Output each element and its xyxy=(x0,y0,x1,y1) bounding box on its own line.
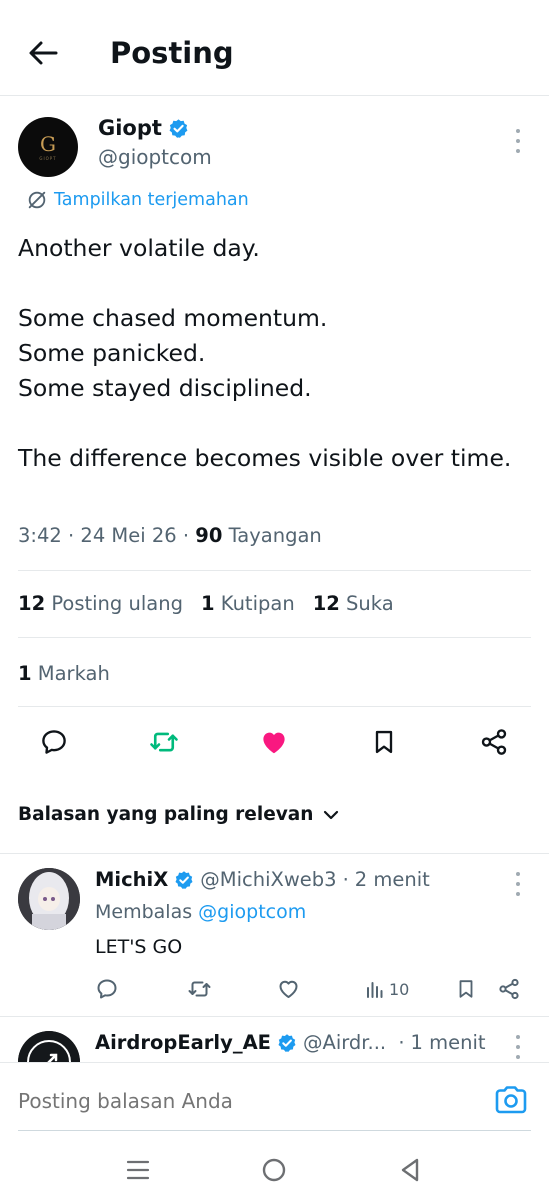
sort-label: Balasan yang paling relevan xyxy=(18,804,314,825)
repost-icon xyxy=(150,732,178,752)
comment-icon xyxy=(42,730,66,754)
back-button[interactable] xyxy=(26,36,60,70)
reply-item[interactable]: AirdropEarly_AE @Airdr... · 1 menit xyxy=(0,1017,549,1062)
share-button[interactable] xyxy=(476,724,512,760)
views-label: Tayangan xyxy=(228,524,322,547)
bookmark-icon xyxy=(375,730,393,754)
post-body: Another volatile day. Some chased moment… xyxy=(18,231,528,476)
reply-action-bar: 10 xyxy=(95,976,525,1002)
avatar[interactable] xyxy=(18,1031,80,1062)
reply-time[interactable]: 1 menit xyxy=(411,1031,486,1054)
author-name-text: Giopt xyxy=(98,116,162,140)
bar-chart-icon xyxy=(367,982,383,998)
composer-underline xyxy=(18,1130,531,1131)
more-vertical-icon xyxy=(516,129,520,133)
bookmark-icon xyxy=(459,980,473,998)
chevron-down-icon xyxy=(324,810,339,819)
post-date[interactable]: 24 Mei 26 xyxy=(80,524,176,547)
more-vertical-icon xyxy=(516,872,520,876)
reply-views-count: 10 xyxy=(389,979,410,999)
verified-badge-icon xyxy=(278,1033,296,1052)
post-line: The difference becomes visible over time… xyxy=(18,444,512,472)
reply-share-button[interactable] xyxy=(497,976,521,1002)
reply-composer xyxy=(0,1062,549,1132)
more-vertical-icon xyxy=(516,1035,520,1039)
reply-author-handle[interactable]: @MichiXweb3 xyxy=(200,868,336,891)
triangle-back-icon xyxy=(401,1158,419,1182)
reply-author-name[interactable]: AirdropEarly_AE xyxy=(95,1031,271,1054)
reply-author-handle[interactable]: @Airdr... xyxy=(303,1031,386,1054)
post-line: Some panicked. xyxy=(18,339,206,367)
author-name[interactable]: Giopt xyxy=(98,116,189,140)
reply-repost-button[interactable] xyxy=(187,976,212,1002)
page-title: Posting xyxy=(110,36,234,70)
divider xyxy=(18,570,531,571)
engagement-stats: 12 Posting ulang 1 Kutipan 12 Suka xyxy=(18,592,394,615)
system-navigation-bar xyxy=(0,1134,549,1200)
repost-icon xyxy=(188,981,211,997)
reply-text: LET'S GO xyxy=(95,936,183,958)
reposts-stat[interactable]: 12 Posting ulang xyxy=(18,592,183,615)
verified-badge-icon xyxy=(169,118,188,138)
reply-button[interactable] xyxy=(36,724,72,760)
reply-bookmark-button[interactable] xyxy=(455,976,477,1002)
translate-label: Tampilkan terjemahan xyxy=(54,190,249,210)
menu-lines-icon xyxy=(126,1160,150,1180)
home-button[interactable] xyxy=(260,1156,288,1184)
reply-reply-button[interactable] xyxy=(95,976,119,1002)
author-handle[interactable]: @gioptcom xyxy=(98,145,212,169)
reply-input[interactable] xyxy=(18,1089,458,1113)
translate-link[interactable]: Tampilkan terjemahan xyxy=(26,189,249,211)
verified-badge-icon xyxy=(175,870,193,889)
home-circle-icon xyxy=(262,1158,286,1182)
comment-icon xyxy=(97,979,117,999)
avatar[interactable]: G GIOPT xyxy=(18,117,78,177)
avatar-logo-text: GIOPT xyxy=(39,155,57,161)
views-count: 90 xyxy=(195,524,223,547)
reply-sort-selector[interactable]: Balasan yang paling relevan xyxy=(18,804,339,825)
back-nav-button[interactable] xyxy=(396,1156,424,1184)
reply-author-name[interactable]: MichiX xyxy=(95,868,168,891)
avatar[interactable] xyxy=(18,868,80,930)
reply-time[interactable]: 2 menit xyxy=(355,868,430,891)
replying-to: Membalas @gioptcom xyxy=(95,901,307,923)
share-icon xyxy=(499,978,519,1000)
bookmark-button[interactable] xyxy=(366,724,402,760)
recent-apps-button[interactable] xyxy=(124,1156,152,1184)
post-action-bar xyxy=(0,724,549,766)
post-time[interactable]: 3:42 xyxy=(18,524,62,547)
like-button[interactable] xyxy=(256,724,292,760)
translate-icon xyxy=(28,191,46,209)
post-line: Some stayed disciplined. xyxy=(18,374,312,402)
divider xyxy=(18,706,531,707)
bookmarks-stat[interactable]: 1 Markah xyxy=(18,662,110,685)
top-bar: Posting xyxy=(0,0,549,96)
reply-like-button[interactable] xyxy=(276,976,301,1002)
likes-stat[interactable]: 12 Suka xyxy=(313,592,394,615)
reply-more-button[interactable] xyxy=(508,1035,528,1059)
repost-button[interactable] xyxy=(146,724,182,760)
post-line: Some chased momentum. xyxy=(18,304,328,332)
reply-views-button[interactable]: 10 xyxy=(365,976,409,1002)
arrow-left-icon xyxy=(29,41,58,65)
quotes-stat[interactable]: 1 Kutipan xyxy=(201,592,295,615)
divider xyxy=(18,637,531,638)
more-options-button[interactable] xyxy=(508,129,528,153)
reply-header: AirdropEarly_AE @Airdr... · 1 menit xyxy=(95,1031,486,1054)
camera-button[interactable] xyxy=(494,1085,530,1117)
heart-icon xyxy=(279,980,298,998)
post-line: Another volatile day. xyxy=(18,234,260,262)
camera-icon xyxy=(495,1086,527,1114)
heart-icon xyxy=(263,732,285,754)
reply-header: MichiX @MichiXweb3 · 2 menit xyxy=(95,868,430,891)
share-icon xyxy=(481,729,507,755)
post-meta: 3:42 · 24 Mei 26 · 90 Tayangan xyxy=(18,524,322,547)
reply-item[interactable]: MichiX @MichiXweb3 · 2 menit Membalas @g… xyxy=(0,854,549,1016)
reply-more-button[interactable] xyxy=(508,872,528,896)
replying-to-mention[interactable]: @gioptcom xyxy=(198,901,306,923)
avatar-logo-letter: G xyxy=(40,131,56,156)
